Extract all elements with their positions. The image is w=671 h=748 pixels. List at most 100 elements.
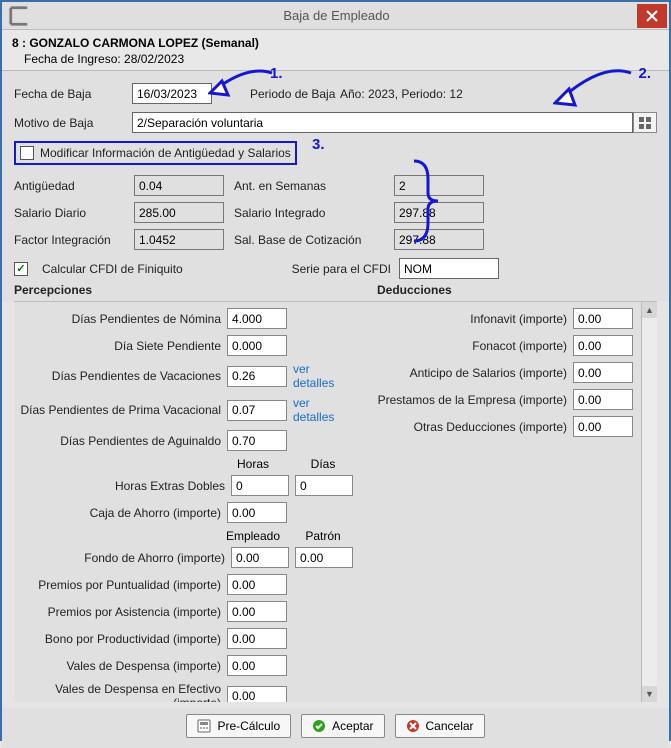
horas-dobles-label: Horas Extras Dobles xyxy=(20,479,225,493)
close-button[interactable] xyxy=(637,4,667,28)
x-circle-icon xyxy=(406,719,420,733)
dias-nomina-input[interactable] xyxy=(227,308,287,329)
calculator-icon xyxy=(197,719,211,733)
modificar-highlight: Modificar Información de Antigüedad y Sa… xyxy=(14,141,297,165)
cancelar-label: Cancelar xyxy=(426,719,474,733)
fondo-ahorro-p-input[interactable] xyxy=(295,547,353,568)
cfdi-row: Calcular CFDI de Finiquito Serie para el… xyxy=(14,258,657,279)
section-headers: Percepciones Deducciones xyxy=(14,283,657,297)
vales-label: Vales de Despensa (importe) xyxy=(20,659,221,673)
fonacot-label: Fonacot (importe) xyxy=(363,339,567,353)
button-row: Pre-Cálculo Aceptar Cancelar xyxy=(2,708,669,748)
precalc-label: Pre-Cálculo xyxy=(217,719,280,733)
ant-sem-field xyxy=(394,175,484,196)
annot-3: 3. xyxy=(312,136,325,153)
salarios-grid: Antigüedad Ant. en Semanas Salario Diari… xyxy=(14,175,657,250)
factor-field xyxy=(134,229,224,250)
hdr-pat: Patrón xyxy=(293,529,353,543)
grid-icon xyxy=(639,117,651,129)
employee-header: 8 : GONZALO CARMONA LOPEZ (Semanal) Fech… xyxy=(2,30,669,71)
vac-detalles-link[interactable]: ver detalles xyxy=(293,362,353,390)
factor-label: Factor Integración xyxy=(14,233,124,247)
otras-ded-label: Otras Deducciones (importe) xyxy=(363,420,567,434)
motivo-input[interactable] xyxy=(132,112,633,133)
periodo-label: Periodo de Baja xyxy=(250,87,340,101)
sal-int-label: Salario Integrado xyxy=(234,206,384,220)
fondo-ahorro-label: Fondo de Ahorro (importe) xyxy=(20,551,225,565)
dias-prima-input[interactable] xyxy=(227,400,287,421)
cfdi-checkbox[interactable] xyxy=(14,262,28,276)
percepciones-col: Días Pendientes de Nómina Día Siete Pend… xyxy=(20,308,353,702)
sbc-label: Sal. Base de Cotización xyxy=(234,233,384,247)
dia-siete-label: Día Siete Pendiente xyxy=(20,339,221,353)
dias-prima-label: Días Pendientes de Prima Vacacional xyxy=(20,403,221,417)
fecha-input[interactable] xyxy=(132,83,212,104)
dias-vac-input[interactable] xyxy=(227,366,287,387)
bono-input[interactable] xyxy=(227,628,287,649)
aceptar-button[interactable]: Aceptar xyxy=(301,714,384,738)
horas-dobles-d-input[interactable] xyxy=(295,475,353,496)
ant-sem-label: Ant. en Semanas xyxy=(234,179,384,193)
caja-ahorro-input[interactable] xyxy=(227,502,287,523)
fecha-row: Fecha de Baja Periodo de Baja Año: 2023,… xyxy=(14,83,657,104)
puntualidad-input[interactable] xyxy=(227,574,287,595)
deducciones-header: Deducciones xyxy=(377,283,657,297)
modificar-label: Modificar Información de Antigüedad y Sa… xyxy=(40,146,291,160)
prestamo-label: Prestamos de la Empresa (importe) xyxy=(363,393,567,407)
puntualidad-label: Premios por Puntualidad (importe) xyxy=(20,578,221,592)
infonavit-label: Infonavit (importe) xyxy=(363,312,567,326)
sal-diario-field xyxy=(134,202,224,223)
dias-agui-input[interactable] xyxy=(227,430,287,451)
hdr-horas: Horas xyxy=(223,457,283,471)
bono-label: Bono por Productividad (importe) xyxy=(20,632,221,646)
anticipo-input[interactable] xyxy=(573,362,633,383)
fondo-ahorro-e-input[interactable] xyxy=(231,547,289,568)
motivo-label: Motivo de Baja xyxy=(14,116,132,130)
serie-label: Serie para el CFDI xyxy=(292,262,391,276)
infonavit-input[interactable] xyxy=(573,308,633,329)
dia-siete-input[interactable] xyxy=(227,335,287,356)
aceptar-label: Aceptar xyxy=(332,719,373,733)
prima-detalles-link[interactable]: ver detalles xyxy=(293,396,353,424)
otras-ded-input[interactable] xyxy=(573,416,633,437)
vales-ef-input[interactable] xyxy=(227,686,287,703)
motivo-picker-button[interactable] xyxy=(633,112,657,133)
scroll-area: Días Pendientes de Nómina Día Siete Pend… xyxy=(14,302,657,702)
scroll-wrap: Días Pendientes de Nómina Día Siete Pend… xyxy=(14,301,657,702)
window-title: Baja de Empleado xyxy=(36,8,637,23)
vertical-scrollbar[interactable]: ▲ ▼ xyxy=(641,302,657,702)
sbc-field xyxy=(394,229,484,250)
precalc-button[interactable]: Pre-Cálculo xyxy=(186,714,291,738)
sal-diario-label: Salario Diario xyxy=(14,206,124,220)
serie-input[interactable] xyxy=(399,258,499,279)
fecha-label: Fecha de Baja xyxy=(14,87,132,101)
scroll-down-icon[interactable]: ▼ xyxy=(642,686,657,702)
asistencia-input[interactable] xyxy=(227,601,287,622)
vales-input[interactable] xyxy=(227,655,287,676)
deducciones-col: Infonavit (importe) Fonacot (importe) An… xyxy=(363,308,633,702)
fonacot-input[interactable] xyxy=(573,335,633,356)
vales-ef-label: Vales de Despensa en Efectivo (importe) xyxy=(20,682,221,702)
dias-nomina-label: Días Pendientes de Nómina xyxy=(20,312,221,326)
app-icon xyxy=(8,5,30,27)
employee-title: 8 : GONZALO CARMONA LOPEZ (Semanal) xyxy=(12,36,659,50)
scroll-up-icon[interactable]: ▲ xyxy=(642,302,657,318)
modificar-checkbox[interactable] xyxy=(20,146,34,160)
form-area: 1. 2. 3. Fecha de Baja Periodo de Baja A… xyxy=(2,71,669,301)
anticipo-label: Anticipo de Salarios (importe) xyxy=(363,366,567,380)
dias-vac-label: Días Pendientes de Vacaciones xyxy=(20,369,221,383)
dias-agui-label: Días Pendientes de Aguinaldo xyxy=(20,434,221,448)
check-circle-icon xyxy=(312,719,326,733)
cfdi-label: Calcular CFDI de Finiquito xyxy=(42,262,183,276)
cancelar-button[interactable]: Cancelar xyxy=(395,714,485,738)
motivo-row: Motivo de Baja xyxy=(14,112,657,133)
horas-dobles-h-input[interactable] xyxy=(231,475,289,496)
ingreso-date: Fecha de Ingreso: 28/02/2023 xyxy=(12,50,659,66)
periodo-text: Año: 2023, Periodo: 12 xyxy=(340,87,463,101)
hdr-emp: Empleado xyxy=(223,529,283,543)
antig-field xyxy=(134,175,224,196)
titlebar: Baja de Empleado xyxy=(2,2,669,30)
percepciones-header: Percepciones xyxy=(14,283,377,297)
prestamo-input[interactable] xyxy=(573,389,633,410)
antig-label: Antigüedad xyxy=(14,179,124,193)
